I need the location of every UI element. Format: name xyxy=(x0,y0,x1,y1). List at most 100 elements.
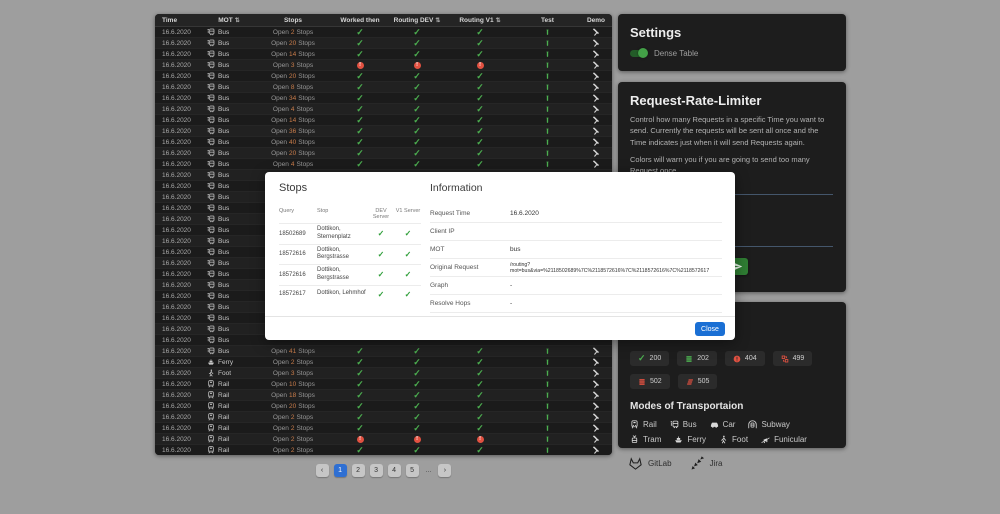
cell-demo[interactable] xyxy=(580,390,612,400)
table-row[interactable]: 16.6.2020BusOpen3Stops!!! xyxy=(155,60,612,71)
jira-link[interactable]: Jira xyxy=(690,456,723,471)
cell-stops[interactable]: Open20Stops xyxy=(255,401,331,411)
table-row[interactable]: 16.6.2020FootOpen3Stops✓✓✓ xyxy=(155,368,612,379)
table-row[interactable]: 16.6.2020BusOpen2Stops✓✓✓ xyxy=(155,27,612,38)
cell-stops[interactable]: Open14Stops xyxy=(255,49,331,59)
cell-demo[interactable] xyxy=(580,126,612,136)
cell-demo[interactable] xyxy=(580,49,612,59)
cell-stops[interactable]: Open20Stops xyxy=(255,148,331,158)
cell-test[interactable] xyxy=(515,148,580,158)
cell-demo[interactable] xyxy=(580,27,612,37)
cell-stops[interactable]: Open3Stops xyxy=(255,60,331,70)
cell-test[interactable] xyxy=(515,412,580,422)
cell-test[interactable] xyxy=(515,423,580,433)
cell-test[interactable] xyxy=(515,71,580,81)
table-row[interactable]: 16.6.2020RailOpen2Stops✓✓✓ xyxy=(155,423,612,434)
table-row[interactable]: 16.6.2020RailOpen20Stops✓✓✓ xyxy=(155,401,612,412)
table-row[interactable]: 16.6.2020RailOpen2Stops!!! xyxy=(155,434,612,445)
cell-test[interactable] xyxy=(515,379,580,389)
table-row[interactable]: 16.6.2020BusOpen34Stops✓✓✓ xyxy=(155,93,612,104)
cell-stops[interactable]: Open20Stops xyxy=(255,38,331,48)
table-row[interactable]: 16.6.2020RailOpen2Stops✓✓✓ xyxy=(155,412,612,423)
table-row[interactable]: 16.6.2020BusOpen20Stops✓✓✓ xyxy=(155,148,612,159)
cell-test[interactable] xyxy=(515,159,580,169)
table-row[interactable]: 16.6.2020RailOpen18Stops✓✓✓ xyxy=(155,390,612,401)
table-row[interactable]: 16.6.2020RailOpen2Stops✓✓✓ xyxy=(155,445,612,455)
cell-demo[interactable] xyxy=(580,401,612,411)
table-row[interactable]: 16.6.2020BusOpen4Stops✓✓✓ xyxy=(155,104,612,115)
cell-stops[interactable]: Open36Stops xyxy=(255,126,331,136)
cell-test[interactable] xyxy=(515,126,580,136)
col-header-routing-dev[interactable]: Routing DEV⇅ xyxy=(389,17,445,24)
cell-stops[interactable]: Open8Stops xyxy=(255,82,331,92)
cell-stops[interactable]: Open14Stops xyxy=(255,115,331,125)
cell-test[interactable] xyxy=(515,104,580,114)
cell-demo[interactable] xyxy=(580,423,612,433)
pagination-page-button[interactable]: 2 xyxy=(352,464,365,477)
table-row[interactable]: 16.6.2020BusOpen20Stops✓✓✓ xyxy=(155,71,612,82)
cell-test[interactable] xyxy=(515,434,580,444)
cell-stops[interactable]: Open18Stops xyxy=(255,390,331,400)
cell-demo[interactable] xyxy=(580,38,612,48)
cell-test[interactable] xyxy=(515,346,580,356)
cell-demo[interactable] xyxy=(580,346,612,356)
cell-demo[interactable] xyxy=(580,82,612,92)
table-row[interactable]: 16.6.2020BusOpen20Stops✓✓✓ xyxy=(155,38,612,49)
col-header-mot[interactable]: MOT⇅ xyxy=(203,17,255,24)
table-row[interactable]: 16.6.2020BusOpen40Stops✓✓✓ xyxy=(155,137,612,148)
cell-stops[interactable]: Open4Stops xyxy=(255,159,331,169)
cell-demo[interactable] xyxy=(580,104,612,114)
cell-stops[interactable]: Open2Stops xyxy=(255,445,331,455)
cell-test[interactable] xyxy=(515,115,580,125)
cell-stops[interactable]: Open2Stops xyxy=(255,434,331,444)
pagination-page-button[interactable]: 5 xyxy=(406,464,419,477)
cell-test[interactable] xyxy=(515,390,580,400)
cell-demo[interactable] xyxy=(580,60,612,70)
cell-stops[interactable]: Open2Stops xyxy=(255,27,331,37)
table-row[interactable]: 16.6.2020BusOpen4Stops✓✓✓ xyxy=(155,159,612,170)
cell-demo[interactable] xyxy=(580,115,612,125)
table-row[interactable]: 16.6.2020BusOpen14Stops✓✓✓ xyxy=(155,49,612,60)
cell-stops[interactable]: Open2Stops xyxy=(255,423,331,433)
cell-stops[interactable]: Open10Stops xyxy=(255,379,331,389)
cell-test[interactable] xyxy=(515,401,580,411)
cell-stops[interactable]: Open20Stops xyxy=(255,71,331,81)
pagination-next-button[interactable]: › xyxy=(438,464,451,477)
cell-stops[interactable]: Open2Stops xyxy=(255,412,331,422)
cell-stops[interactable]: Open3Stops xyxy=(255,368,331,378)
pagination-prev-button[interactable]: ‹ xyxy=(316,464,329,477)
cell-stops[interactable]: Open40Stops xyxy=(255,137,331,147)
table-row[interactable]: 16.6.2020BusOpen36Stops✓✓✓ xyxy=(155,126,612,137)
cell-demo[interactable] xyxy=(580,412,612,422)
close-button[interactable]: Close xyxy=(695,322,725,336)
cell-demo[interactable] xyxy=(580,434,612,444)
pagination-page-button[interactable]: 4 xyxy=(388,464,401,477)
cell-test[interactable] xyxy=(515,93,580,103)
table-row[interactable]: 16.6.2020FerryOpen2Stops✓✓✓ xyxy=(155,357,612,368)
cell-test[interactable] xyxy=(515,137,580,147)
cell-test[interactable] xyxy=(515,368,580,378)
cell-demo[interactable] xyxy=(580,93,612,103)
cell-stops[interactable]: Open2Stops xyxy=(255,357,331,367)
cell-demo[interactable] xyxy=(580,368,612,378)
table-row[interactable]: 16.6.2020BusOpen8Stops✓✓✓ xyxy=(155,82,612,93)
cell-test[interactable] xyxy=(515,27,580,37)
cell-stops[interactable]: Open41Stops xyxy=(255,346,331,356)
cell-demo[interactable] xyxy=(580,357,612,367)
cell-stops[interactable]: Open4Stops xyxy=(255,104,331,114)
table-row[interactable]: 16.6.2020BusOpen14Stops✓✓✓ xyxy=(155,115,612,126)
cell-test[interactable] xyxy=(515,60,580,70)
cell-stops[interactable]: Open34Stops xyxy=(255,93,331,103)
pagination-page-button[interactable]: 3 xyxy=(370,464,383,477)
gitlab-link[interactable]: GitLab xyxy=(628,456,672,471)
cell-demo[interactable] xyxy=(580,379,612,389)
table-row[interactable]: 16.6.2020BusOpen41Stops✓✓✓ xyxy=(155,346,612,357)
cell-demo[interactable] xyxy=(580,159,612,169)
cell-test[interactable] xyxy=(515,82,580,92)
cell-demo[interactable] xyxy=(580,71,612,81)
table-row[interactable]: 16.6.2020RailOpen10Stops✓✓✓ xyxy=(155,379,612,390)
cell-demo[interactable] xyxy=(580,148,612,158)
cell-test[interactable] xyxy=(515,38,580,48)
cell-test[interactable] xyxy=(515,445,580,455)
cell-demo[interactable] xyxy=(580,137,612,147)
